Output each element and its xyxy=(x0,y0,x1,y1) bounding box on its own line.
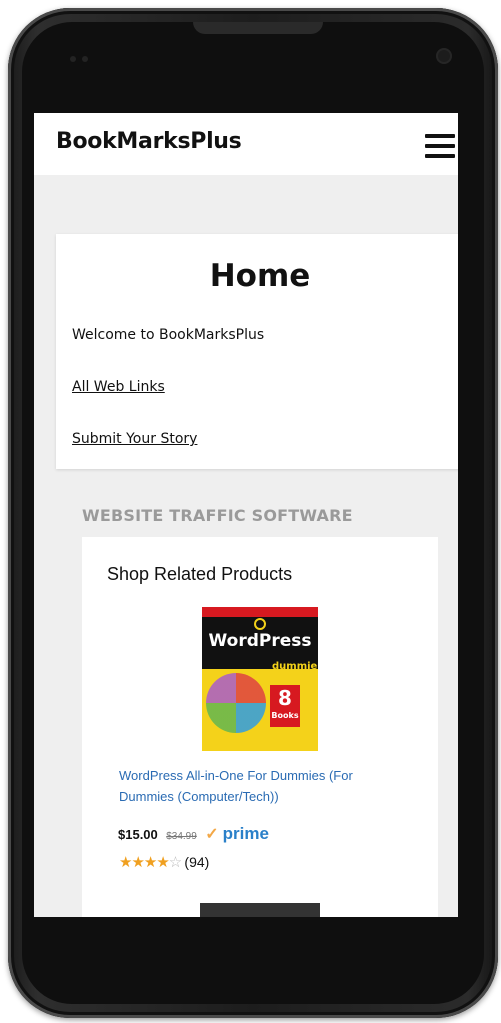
phone-camera xyxy=(436,48,452,64)
shop-widget: Shop Related Products WordPress dummies … xyxy=(82,537,438,917)
home-card: Home Welcome to BookMarksPlus All Web Li… xyxy=(56,234,458,469)
product-list-price: $34.99 xyxy=(166,831,197,842)
hamburger-icon[interactable] xyxy=(425,134,457,160)
cover-badge-number: 8 xyxy=(278,686,292,710)
rating-row[interactable]: ★★★★☆ (94) xyxy=(119,853,209,871)
phone-sensor xyxy=(82,56,88,62)
prime-check-icon: ✓ xyxy=(205,826,219,843)
welcome-text: Welcome to BookMarksPlus xyxy=(72,327,265,343)
product-price: $15.00 xyxy=(118,827,158,842)
widget-heading: WEBSITE TRAFFIC SOFTWARE xyxy=(82,506,353,525)
site-brand[interactable]: BookMarksPlus xyxy=(56,129,242,154)
cover-series: dummies xyxy=(272,661,318,672)
cover-title: WordPress xyxy=(208,631,312,651)
phone-screen: BookMarksPlus Home Welcome to BookMarksP… xyxy=(34,113,458,917)
shop-title: Shop Related Products xyxy=(107,564,293,584)
product-title-link[interactable]: WordPress All-in-One For Dummies (For Du… xyxy=(119,765,409,807)
prime-label: prime xyxy=(222,824,269,843)
wordpress-logo-icon xyxy=(254,618,266,630)
cover-badge: 8 Books xyxy=(270,685,300,727)
phone-sensor xyxy=(70,56,76,62)
shop-button[interactable] xyxy=(200,903,320,917)
cover-art xyxy=(206,673,266,733)
review-count: (94) xyxy=(184,854,210,870)
all-web-links-link[interactable]: All Web Links xyxy=(72,379,165,395)
site-header: BookMarksPlus xyxy=(34,113,458,175)
page-title: Home xyxy=(209,258,311,294)
price-row: $15.00 $34.99 ✓ prime xyxy=(118,824,269,844)
submit-story-link[interactable]: Submit Your Story xyxy=(72,431,197,447)
product-image[interactable]: WordPress dummies 8 Books xyxy=(202,607,318,751)
phone-speaker xyxy=(193,22,323,34)
cover-badge-text: Books xyxy=(271,711,299,720)
star-rating-icon: ★★★★☆ xyxy=(119,854,182,871)
